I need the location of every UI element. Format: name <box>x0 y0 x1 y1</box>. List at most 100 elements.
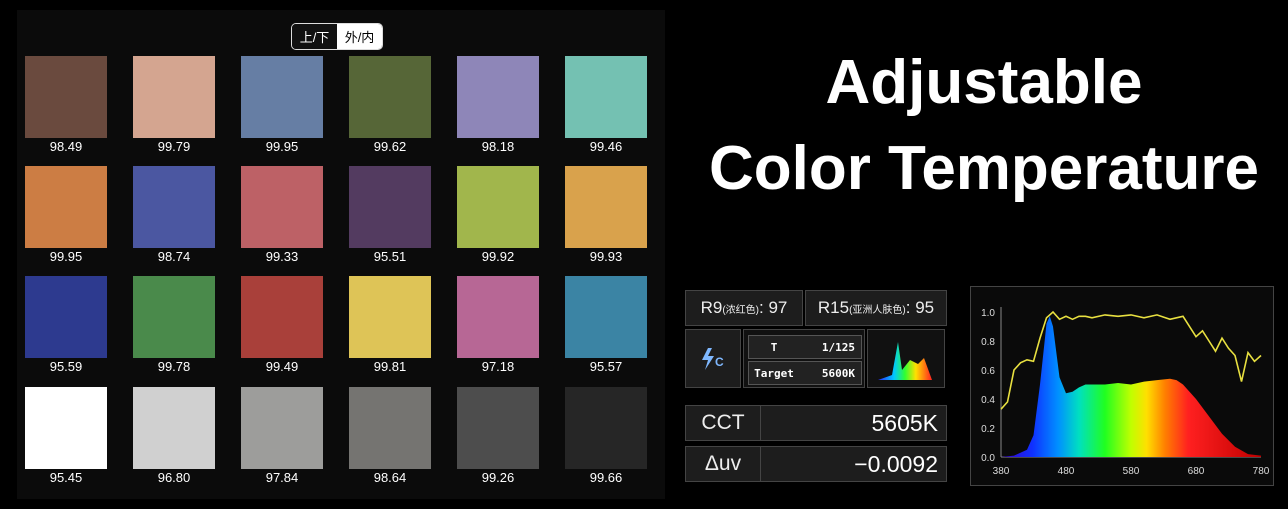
color-swatch <box>565 56 647 138</box>
duv-value: −0.0092 <box>854 450 938 477</box>
x-tick-label: 380 <box>993 466 1010 477</box>
y-tick-label: 1.0 <box>981 308 995 319</box>
swatch-value: 99.33 <box>265 249 299 264</box>
swatch-cell[interactable]: 97.84 <box>241 387 323 485</box>
color-swatch <box>133 166 215 248</box>
swatch-cell[interactable]: 99.46 <box>565 56 647 154</box>
swatch-cell[interactable]: 98.74 <box>133 166 215 264</box>
swatch-cell[interactable]: 95.57 <box>565 276 647 374</box>
x-tick-label: 580 <box>1123 466 1140 477</box>
x-tick-label: 480 <box>1058 466 1075 477</box>
t-label: T <box>770 340 778 354</box>
swatch-cell[interactable]: 96.80 <box>133 387 215 485</box>
swatch-value: 99.95 <box>49 249 83 264</box>
swatch-cell[interactable]: 99.79 <box>133 56 215 154</box>
swatch-value: 98.49 <box>49 139 83 154</box>
swatch-value: 98.74 <box>157 249 191 264</box>
swatch-value: 97.84 <box>265 470 299 485</box>
exposure-box: T 1/125 Target 5600K <box>743 329 865 388</box>
color-meter-panel: R9 (浓红色): 97 R15 (亚洲人肤色): 95 C T 1/125 Tar… <box>683 287 947 485</box>
swatch-value: 99.95 <box>265 139 299 154</box>
color-swatch <box>25 387 107 469</box>
duv-readout: Δuv −0.0092 <box>685 446 947 482</box>
color-swatch <box>457 387 539 469</box>
target-value: 5600K <box>821 366 855 380</box>
swatch-cell[interactable]: 99.95 <box>25 166 107 264</box>
swatch-value: 95.57 <box>589 359 623 374</box>
spectrum-chart: 1.0 0.8 0.6 0.4 0.2 0.0 380 480 580 680 780 <box>970 286 1274 486</box>
color-swatch <box>133 387 215 469</box>
y-tick-label: 0.8 <box>981 337 995 348</box>
swatch-value: 95.59 <box>49 359 83 374</box>
color-swatch <box>25 166 107 248</box>
view-toggle[interactable]: 上/下 外/内 <box>291 23 383 50</box>
cct-readout: CCT 5605K <box>685 405 947 441</box>
swatch-value: 97.18 <box>481 359 515 374</box>
color-swatch <box>241 56 323 138</box>
color-swatch <box>25 56 107 138</box>
swatch-cell[interactable]: 98.64 <box>349 387 431 485</box>
r9-readout: R9 (浓红色): 97 <box>685 290 803 326</box>
swatch-cell[interactable]: 97.18 <box>457 276 539 374</box>
color-swatch <box>565 166 647 248</box>
color-swatch <box>25 276 107 358</box>
swatch-cell[interactable]: 99.26 <box>457 387 539 485</box>
swatch-cell[interactable]: 99.93 <box>565 166 647 264</box>
swatch-value: 96.80 <box>157 470 191 485</box>
flash-mode-button[interactable]: C <box>685 329 741 388</box>
y-tick-label: 0.0 <box>981 453 995 464</box>
color-swatch <box>241 166 323 248</box>
cct-value: 5605K <box>871 409 938 436</box>
swatch-value: 98.64 <box>373 470 407 485</box>
spectrum-svg: 1.0 0.8 0.6 0.4 0.2 0.0 380 480 580 680 780 <box>981 307 1270 477</box>
color-swatch <box>241 387 323 469</box>
r15-value: : 95 <box>905 298 935 317</box>
swatch-cell[interactable]: 95.59 <box>25 276 107 374</box>
r15-label: R15 <box>817 298 850 317</box>
swatch-cell[interactable]: 99.33 <box>241 166 323 264</box>
swatch-value: 99.66 <box>589 470 623 485</box>
swatch-value: 95.45 <box>49 470 83 485</box>
shutter-row: T 1/125 <box>748 335 862 359</box>
swatch-cell[interactable]: 99.81 <box>349 276 431 374</box>
target-row: Target 5600K <box>748 361 862 385</box>
duv-label: Δuv <box>686 447 761 481</box>
r9-label: R9 <box>700 298 723 317</box>
swatch-value: 99.49 <box>265 359 299 374</box>
color-swatch <box>565 387 647 469</box>
y-tick-label: 0.4 <box>981 395 995 406</box>
swatch-cell[interactable]: 99.66 <box>565 387 647 485</box>
title-line2: Color Temperature <box>708 134 1260 203</box>
color-swatch <box>241 276 323 358</box>
swatch-cell[interactable]: 95.51 <box>349 166 431 264</box>
swatch-cell[interactable]: 99.92 <box>457 166 539 264</box>
swatch-cell[interactable]: 99.95 <box>241 56 323 154</box>
r9-value: : 97 <box>759 298 788 317</box>
color-swatch <box>133 56 215 138</box>
toggle-outer-inner[interactable]: 外/内 <box>337 24 382 49</box>
swatch-cell[interactable]: 99.62 <box>349 56 431 154</box>
title-line1: Adjustable <box>825 48 1143 117</box>
target-label: Target <box>754 366 794 380</box>
swatch-value: 99.81 <box>373 359 407 374</box>
y-tick-label: 0.6 <box>981 366 995 377</box>
spectrum-thumb-icon <box>878 342 932 380</box>
color-swatch <box>133 276 215 358</box>
swatch-value: 99.78 <box>157 359 191 374</box>
swatch-value: 95.51 <box>373 249 407 264</box>
swatch-cell[interactable]: 98.18 <box>457 56 539 154</box>
swatch-cell[interactable]: 99.49 <box>241 276 323 374</box>
flash-c-icon: C <box>702 347 724 370</box>
color-swatch <box>349 166 431 248</box>
spectrum-thumbnail[interactable] <box>867 329 945 388</box>
y-tick-label: 0.2 <box>981 424 995 435</box>
toggle-up-down[interactable]: 上/下 <box>292 24 337 49</box>
swatch-cell[interactable]: 99.78 <box>133 276 215 374</box>
svg-text:C: C <box>715 355 724 369</box>
swatch-value: 99.93 <box>589 249 623 264</box>
color-swatch <box>457 166 539 248</box>
swatch-cell[interactable]: 95.45 <box>25 387 107 485</box>
color-swatch <box>349 276 431 358</box>
swatch-cell[interactable]: 98.49 <box>25 56 107 154</box>
swatch-value: 99.79 <box>157 139 191 154</box>
